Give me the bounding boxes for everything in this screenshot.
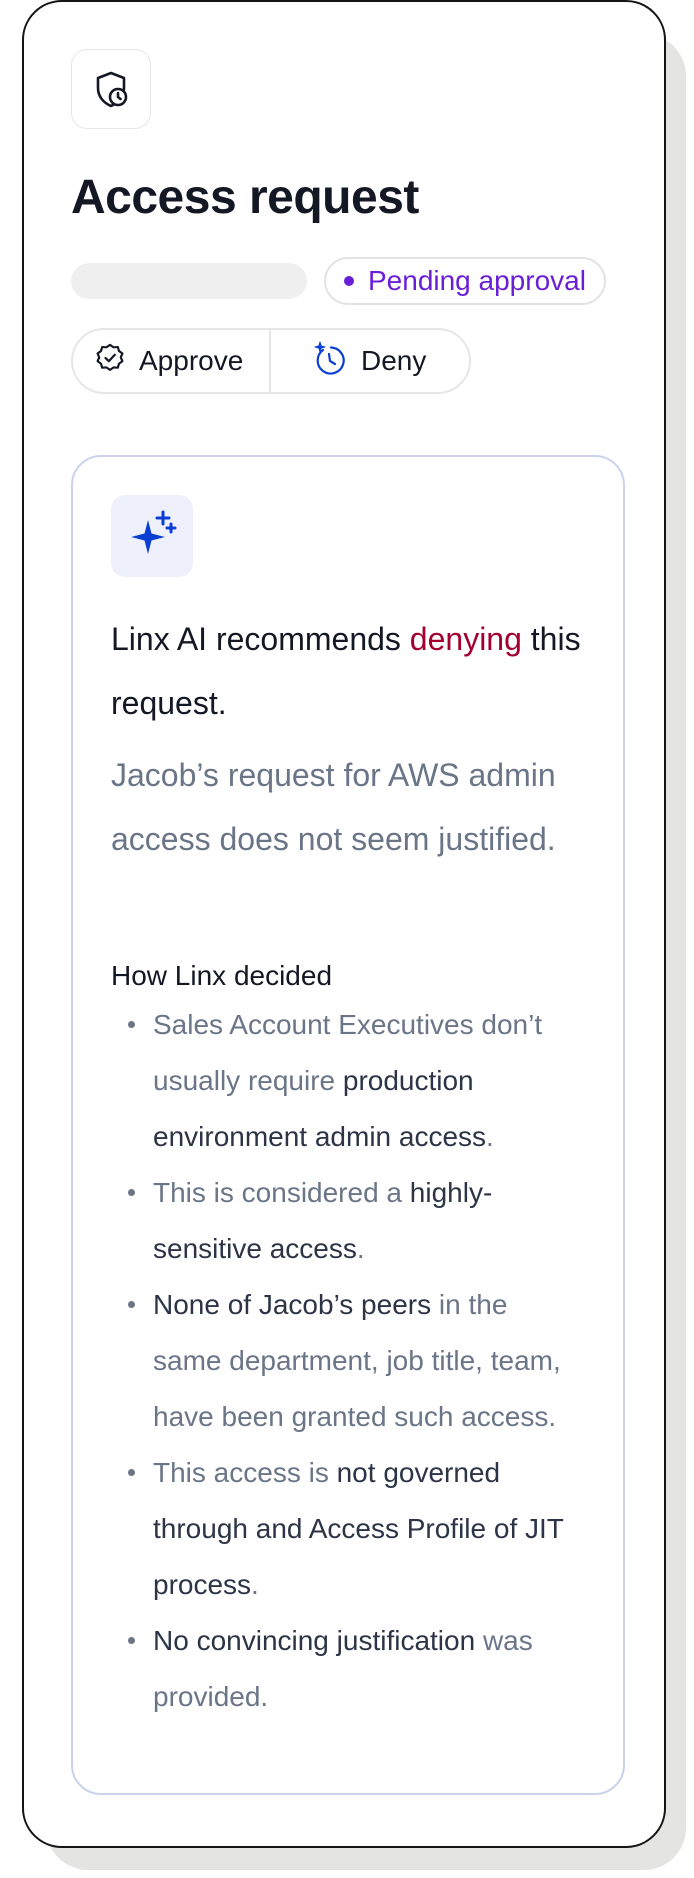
sparkle-clock-icon (311, 340, 347, 383)
status-dot-icon (344, 276, 354, 286)
page-title: Access request (71, 171, 419, 224)
list-item: None of Jacob’s peers in the same depart… (111, 1277, 579, 1445)
sparkles-icon (111, 495, 193, 577)
decision-button-group: Approve Deny (71, 328, 471, 394)
deny-button[interactable]: Deny (271, 330, 469, 392)
requester-placeholder (71, 263, 307, 299)
deny-label: Deny (361, 345, 427, 376)
ai-summary: Jacob’s request for AWS admin access doe… (111, 757, 556, 857)
list-item: This is considered a highly-sensitive ac… (111, 1165, 579, 1277)
ai-recommendation-headline: Linx AI recommends denying this request. (111, 607, 591, 735)
list-item: No convincing justification was provided… (111, 1613, 579, 1725)
reasons-heading: How Linx decided (111, 960, 333, 991)
shield-clock-icon (71, 49, 151, 129)
approve-button[interactable]: Approve (73, 330, 271, 392)
ai-recommendation-panel: Linx AI recommends denying this request.… (71, 455, 625, 1795)
badge-check-icon (95, 343, 125, 380)
list-item: This access is not governed through and … (111, 1445, 579, 1613)
headline-prefix: Linx AI recommends (111, 621, 410, 657)
status-badge-label: Pending approval (368, 265, 586, 296)
verdict-text: denying (409, 621, 522, 657)
approve-label: Approve (139, 345, 244, 376)
access-request-card: Access request Pending approval Approve (22, 0, 666, 1848)
status-badge: Pending approval (324, 257, 606, 305)
list-item: Sales Account Executives don’t usually r… (111, 997, 579, 1165)
reasons-list: Sales Account Executives don’t usually r… (111, 997, 579, 1725)
